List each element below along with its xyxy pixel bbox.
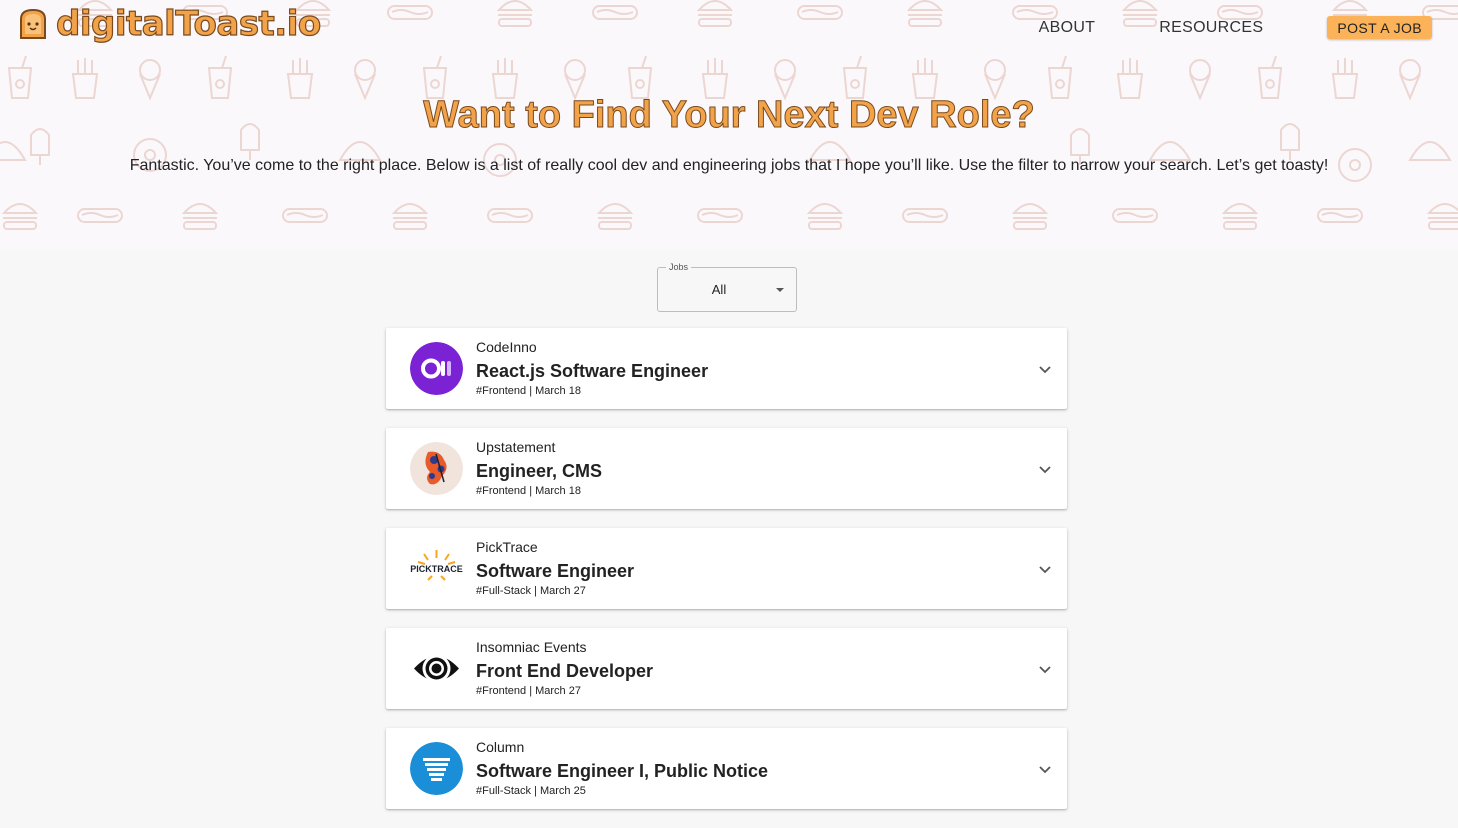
hero-section: digitalToast.io ABOUT RESOURCES POST A J… bbox=[0, 0, 1458, 250]
chevron-down-icon[interactable] bbox=[1037, 361, 1053, 377]
job-company: Column bbox=[476, 739, 525, 755]
job-meta: #Full-Stack | March 25 bbox=[476, 785, 586, 797]
job-meta: #Full-Stack | March 27 bbox=[476, 585, 586, 597]
insomniac-logo-icon bbox=[410, 642, 463, 695]
top-nav: ABOUT RESOURCES POST A JOB bbox=[1039, 16, 1432, 39]
job-title: Front End Developer bbox=[476, 661, 654, 681]
page-title: Want to Find Your Next Dev Role? bbox=[423, 94, 1036, 137]
job-title: Software Engineer I, Public Notice bbox=[476, 761, 769, 781]
job-company: Upstatement bbox=[476, 439, 556, 455]
codeinno-logo-icon bbox=[410, 342, 463, 395]
jobs-filter-label: Jobs bbox=[666, 262, 692, 273]
upstatement-logo-icon bbox=[410, 442, 463, 495]
toast-icon bbox=[20, 8, 46, 39]
post-a-job-button[interactable]: POST A JOB bbox=[1327, 16, 1432, 39]
job-meta: #Frontend | March 18 bbox=[476, 385, 581, 397]
picktrace-logo-text: PICKTRACE bbox=[410, 564, 463, 574]
picktrace-logo-icon: PICKTRACE bbox=[410, 542, 463, 595]
site-logo[interactable]: digitalToast.io bbox=[16, 3, 322, 45]
jobs-filter-select[interactable]: Jobs All bbox=[657, 262, 797, 312]
job-card[interactable]: Insomniac Events Front End Developer #Fr… bbox=[386, 628, 1067, 709]
job-card[interactable]: Upstatement Engineer, CMS #Frontend | Ma… bbox=[386, 428, 1067, 509]
job-title: Software Engineer bbox=[476, 561, 635, 581]
job-card[interactable]: PICKTRACE PickTrace Software Engineer #F… bbox=[386, 528, 1067, 609]
job-company: Insomniac Events bbox=[476, 639, 587, 655]
chevron-down-icon[interactable] bbox=[1037, 661, 1053, 677]
job-title: Engineer, CMS bbox=[476, 461, 603, 481]
column-logo-icon bbox=[410, 742, 463, 795]
job-meta: #Frontend | March 27 bbox=[476, 685, 581, 697]
nav-about-link[interactable]: ABOUT bbox=[1039, 17, 1096, 39]
job-list: CodeInno React.js Software Engineer #Fro… bbox=[386, 328, 1067, 828]
chevron-down-icon[interactable] bbox=[1037, 561, 1053, 577]
chevron-down-icon[interactable] bbox=[1037, 461, 1053, 477]
job-meta: #Frontend | March 18 bbox=[476, 485, 581, 497]
jobs-filter-value: All bbox=[711, 282, 727, 297]
logo-text: digitalToast.io bbox=[55, 3, 321, 44]
job-card[interactable]: Column Software Engineer I, Public Notic… bbox=[386, 728, 1067, 809]
page-subtitle: Fantastic. You’ve come to the right plac… bbox=[129, 157, 1329, 174]
job-title: React.js Software Engineer bbox=[476, 361, 709, 381]
chevron-down-icon[interactable] bbox=[1037, 761, 1053, 777]
job-company: PickTrace bbox=[476, 539, 538, 555]
dropdown-caret-icon bbox=[776, 288, 784, 292]
job-company: CodeInno bbox=[476, 339, 537, 355]
nav-resources-link[interactable]: RESOURCES bbox=[1159, 17, 1263, 39]
job-card[interactable]: CodeInno React.js Software Engineer #Fro… bbox=[386, 328, 1067, 409]
